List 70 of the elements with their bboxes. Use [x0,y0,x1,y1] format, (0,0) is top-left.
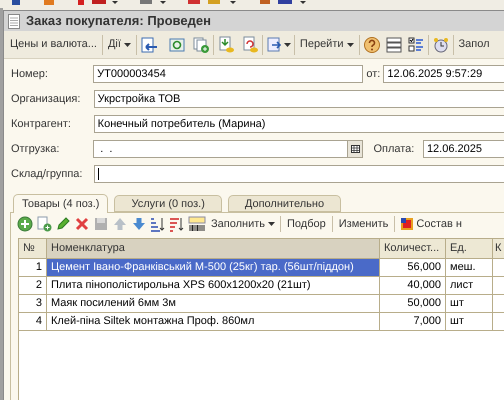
payment-date-field[interactable]: 12.06.2025 [422,140,504,158]
column-header[interactable]: К [493,239,504,259]
table-cell: 4 [19,313,47,331]
table-cell: Плита пінополістирольна XPS 600x1200x20 (21шт) [47,277,380,295]
column-header[interactable]: Номенклатура [47,239,380,259]
caret-icon [124,42,131,46]
alarm-clock-icon[interactable] [432,36,450,54]
number-field[interactable]: УТ000003454 [93,65,364,83]
fill-menu[interactable]: Заполнить [209,216,278,232]
table-cell: 40,000 [380,277,446,295]
organization-field[interactable]: Укрстройка ТОВ [94,90,504,108]
window-title: Заказ покупателя: Проведен [26,12,211,30]
pick-button[interactable]: Подбор [284,216,329,232]
goto-menu[interactable]: Перейти [298,36,356,53]
actions-menu[interactable]: Дії [106,36,133,53]
table-cell: 56,000 [380,259,446,277]
field-label: Номер: [11,66,49,82]
table-cell: Маяк посилений 6мм 3м [47,295,380,313]
table-cell: Клей-піна Siltek монтажна Проф. 860мл [47,313,380,331]
field-label: Склад/группа: [11,166,84,182]
caret-icon [268,222,276,226]
pencil-icon[interactable] [55,216,71,232]
copy-add-icon[interactable] [36,216,52,232]
table-cell: меш. [446,259,493,277]
field-label: от: [366,66,380,82]
warehouse-field[interactable] [94,165,504,183]
table-cell: шт [446,313,493,331]
column-header[interactable]: Ед. [446,239,493,259]
refresh-icon[interactable] [168,36,186,54]
list-icon[interactable] [384,36,403,54]
calendar-button[interactable] [347,141,362,157]
barcode-icon[interactable] [188,216,206,232]
unpost-document-icon[interactable] [240,36,259,54]
caret-icon [284,42,291,46]
document-icon [8,14,20,28]
sort-descending-icon[interactable] [169,216,185,232]
cube-icon [400,217,414,231]
field-label: Контрагент: [11,116,72,132]
caret-icon [346,42,354,46]
back-arrow-icon[interactable] [140,36,158,54]
table-cell: лист [446,277,493,295]
table-cell: Цемент Івано-Франківський М-500 (25кг) тар. (56шт/піддон) [47,259,380,277]
fill-button[interactable]: Запол [456,36,492,53]
table-cell: 7,000 [380,313,446,331]
calendar-icon [350,145,360,153]
field-label: Оплата: [373,142,416,157]
column-header[interactable]: Количест... [380,239,446,259]
add-icon[interactable] [17,216,33,232]
date-field[interactable]: 12.06.2025 9:57:29 [383,65,504,83]
post-document-icon[interactable] [216,36,235,54]
tab[interactable]: Товары (4 поз.) [13,194,108,213]
checklist-icon[interactable] [406,36,425,54]
table-cell: шт [446,295,493,313]
table-cell: 3 [19,295,47,313]
field-label: Организация: [11,92,82,107]
close-icon[interactable] [74,216,90,232]
composition-button[interactable]: Состав н [398,216,464,232]
tab[interactable]: Услуги (0 поз.) [114,195,222,212]
change-button[interactable]: Изменить [336,216,392,232]
table-cell: 2 [19,277,47,295]
shipment-date-field[interactable]: . . [93,140,364,158]
table-cell: 50,000 [380,295,446,313]
copy-add-icon[interactable] [192,36,210,54]
sort-ascending-icon[interactable] [150,216,166,232]
prices-button[interactable]: Цены и валюта... [8,36,99,53]
counterparty-field[interactable]: Конечный потребитель (Марина) [94,115,504,133]
document-arrow-icon[interactable] [266,36,284,54]
help-icon[interactable] [362,36,381,54]
field-label: Отгрузка: [11,142,60,157]
tab[interactable]: Дополнительно [228,195,342,212]
